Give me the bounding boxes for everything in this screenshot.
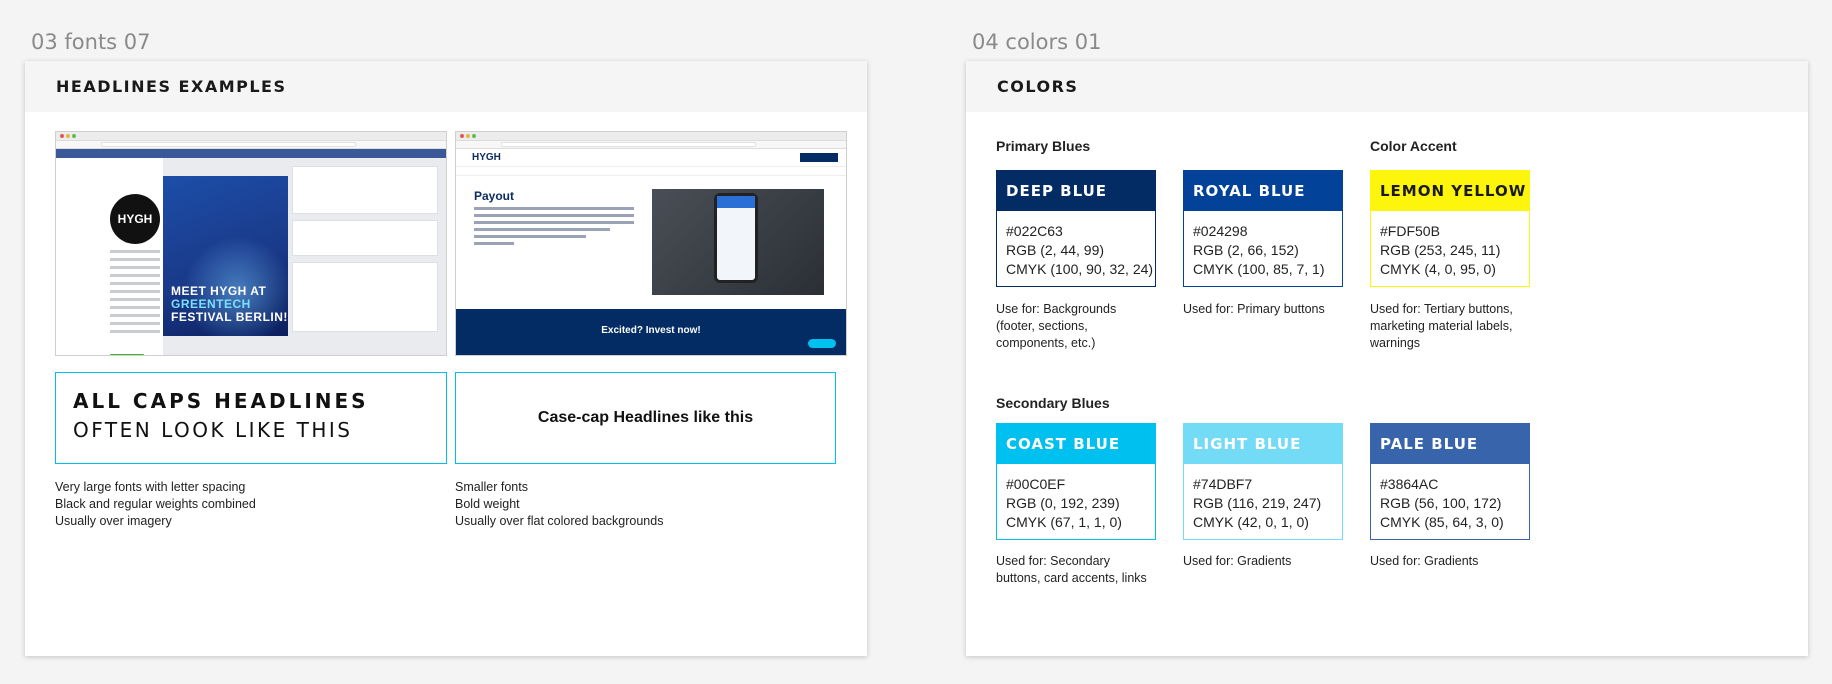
caps-headline-bold: ALL CAPS HEADLINES [73, 389, 369, 413]
swatch-rgb: RGB (253, 245, 11) [1380, 242, 1501, 258]
all-caps-headline-example: ALL CAPS HEADLINES OFTEN LOOK LIKE THIS [55, 372, 447, 464]
swatch-values: #00C0EF RGB (0, 192, 239) CMYK (67, 1, 1… [997, 464, 1155, 532]
case-cap-headline: Case-cap Headlines like this [537, 409, 754, 426]
artboard-label-colors[interactable]: 04 colors 01 [972, 30, 1101, 54]
facebook-right-column [292, 162, 446, 355]
phone-icon [714, 193, 758, 283]
swatch-name: PALE BLUE [1371, 424, 1529, 464]
browser-url-bar [56, 141, 446, 149]
caps-headline-regular: OFTEN LOOK LIKE THIS [73, 418, 353, 442]
casecap-notes: Smaller fonts Bold weight Usually over f… [455, 480, 664, 528]
swatch-hex: #022C63 [1006, 223, 1063, 239]
swatch-name: LEMON YELLOW [1371, 171, 1529, 211]
case-cap-headline-example: Case-cap Headlines like this [455, 372, 836, 464]
browser-url-bar [456, 141, 846, 149]
invest-now-button [800, 153, 838, 162]
swatch-values: #FDF50B RGB (253, 245, 11) CMYK (4, 0, 9… [1371, 211, 1529, 279]
artboard-label-fonts[interactable]: 03 fonts 07 [31, 30, 151, 54]
usage-lemon-yellow: Used for: Tertiary buttons, marketing ma… [1370, 302, 1513, 350]
colors-header: COLORS [966, 61, 1808, 112]
swatch-values: #3864AC RGB (56, 100, 172) CMYK (85, 64,… [1371, 464, 1529, 532]
swatch-cmyk: CMYK (67, 1, 1, 0) [1006, 514, 1122, 530]
hygh-footer: Excited? Invest now! [456, 309, 846, 355]
swatch-hex: #00C0EF [1006, 476, 1066, 492]
help-button [808, 339, 836, 348]
swatch-pale-blue: PALE BLUE #3864AC RGB (56, 100, 172) CMY… [1370, 423, 1530, 540]
swatch-cmyk: CMYK (100, 85, 7, 1) [1193, 261, 1325, 277]
swatch-coast-blue: COAST BLUE #00C0EF RGB (0, 192, 239) CMY… [996, 423, 1156, 540]
usage-royal-blue: Used for: Primary buttons [1183, 302, 1325, 316]
swatch-name: LIGHT BLUE [1184, 424, 1342, 464]
swatch-rgb: RGB (2, 44, 99) [1006, 242, 1105, 258]
swatch-hex: #3864AC [1380, 476, 1439, 492]
swatch-values: #022C63 RGB (2, 44, 99) CMYK (100, 90, 3… [997, 211, 1155, 279]
browser-titlebar [456, 132, 846, 141]
swatch-cmyk: CMYK (100, 90, 32, 24) [1006, 261, 1154, 277]
facebook-screenshot: HYGH MEET HYGH AT GREENTECH FESTIVAL BER… [55, 131, 447, 356]
browser-titlebar [56, 132, 446, 141]
usage-light-blue: Used for: Gradients [1183, 554, 1292, 568]
swatch-light-blue: LIGHT BLUE #74DBF7 RGB (116, 219, 247) C… [1183, 423, 1343, 540]
facebook-top-bar [56, 149, 446, 158]
swatch-hex: #74DBF7 [1193, 476, 1253, 492]
swatch-rgb: RGB (116, 219, 247) [1193, 495, 1322, 511]
swatch-rgb: RGB (2, 66, 152) [1193, 242, 1299, 258]
swatch-values: #024298 RGB (2, 66, 152) CMYK (100, 85, … [1184, 211, 1342, 279]
swatch-royal-blue: ROYAL BLUE #024298 RGB (2, 66, 152) CMYK… [1183, 170, 1343, 287]
hygh-logo: HYGH [472, 152, 501, 163]
swatch-cmyk: CMYK (42, 0, 1, 0) [1193, 514, 1309, 530]
phone-app-image [652, 189, 824, 295]
color-accent-title: Color Accent [1370, 138, 1457, 154]
swatch-hex: #024298 [1193, 223, 1248, 239]
usage-pale-blue: Used for: Gradients [1370, 554, 1479, 568]
facebook-page-body: HYGH MEET HYGH AT GREENTECH FESTIVAL BER… [56, 158, 446, 355]
swatch-hex: #FDF50B [1380, 223, 1440, 239]
swatch-cmyk: CMYK (4, 0, 95, 0) [1380, 261, 1496, 277]
payout-body-text [474, 207, 634, 249]
swatch-lemon-yellow: LEMON YELLOW #FDF50B RGB (253, 245, 11) … [1370, 170, 1530, 287]
swatch-rgb: RGB (0, 192, 239) [1006, 495, 1120, 511]
hygh-website-screenshot: HYGH Payout Excited? Invest now! [455, 131, 847, 356]
usage-deep-blue: Use for: Backgrounds (footer, sections, … [996, 302, 1117, 350]
swatch-name: COAST BLUE [997, 424, 1155, 464]
swatch-deep-blue: DEEP BLUE #022C63 RGB (2, 44, 99) CMYK (… [996, 170, 1156, 287]
primary-blues-title: Primary Blues [996, 138, 1091, 154]
cover-headline: MEET HYGH AT GREENTECH FESTIVAL BERLIN! [171, 284, 288, 324]
usage-coast-blue: Used for: Secondary buttons, card accent… [996, 554, 1147, 585]
colors-artboard: COLORS Primary Blues Color Accent Second… [966, 61, 1808, 656]
footer-cta: Excited? Invest now! [601, 325, 701, 336]
facebook-sidebar: HYGH [56, 158, 163, 355]
create-button [110, 354, 144, 355]
fonts-artboard: HEADLINES EXAMPLES HYGH MEET HYGH AT GRE… [25, 61, 867, 656]
swatch-values: #74DBF7 RGB (116, 219, 247) CMYK (42, 0,… [1184, 464, 1342, 532]
swatch-cmyk: CMYK (85, 64, 3, 0) [1380, 514, 1504, 530]
swatch-name: ROYAL BLUE [1184, 171, 1342, 211]
caps-notes: Very large fonts with letter spacing Bla… [55, 480, 256, 528]
hygh-avatar: HYGH [110, 194, 160, 244]
swatch-name: DEEP BLUE [997, 171, 1155, 211]
facebook-cover-image: MEET HYGH AT GREENTECH FESTIVAL BERLIN! [163, 176, 288, 336]
swatch-rgb: RGB (56, 100, 172) [1380, 495, 1502, 511]
hygh-navbar: HYGH [456, 149, 846, 167]
secondary-blues-title: Secondary Blues [996, 395, 1110, 411]
payout-title: Payout [474, 189, 515, 203]
headlines-examples-header: HEADLINES EXAMPLES [25, 61, 867, 112]
